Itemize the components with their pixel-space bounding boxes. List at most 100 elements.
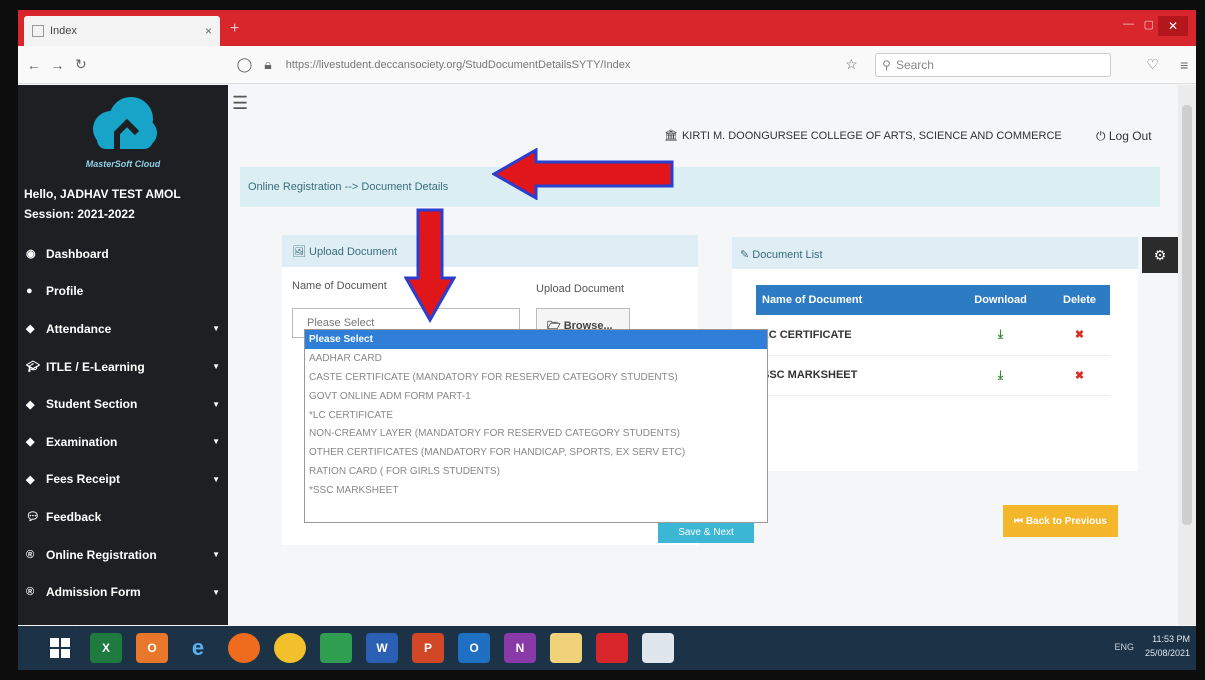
store-icon[interactable] bbox=[320, 633, 352, 663]
dropdown-option[interactable]: RATION CARD ( FOR GIRLS STUDENTS) bbox=[305, 462, 767, 481]
dropdown-option[interactable]: *SSC MARKSHEET bbox=[305, 481, 767, 500]
new-tab-button[interactable]: + bbox=[230, 20, 239, 38]
comments-icon: 💬︎ bbox=[26, 511, 40, 524]
tab-title: Index bbox=[50, 25, 77, 37]
dropdown-option[interactable]: OTHER CERTIFICATES (MANDATORY FOR HANDIC… bbox=[305, 443, 767, 462]
browser-tab-bar: Index × + — ▢ ✕ bbox=[18, 10, 1196, 46]
window-maximize-icon[interactable]: ▢ bbox=[1144, 18, 1154, 31]
sidebar-item-admission-form[interactable]: ® Admission Form ▼ bbox=[18, 573, 228, 611]
dropdown-option[interactable]: GOVT ONLINE ADM FORM PART-1 bbox=[305, 387, 767, 406]
upload-panel-title: Upload Document bbox=[309, 246, 398, 258]
forward-arrow-icon[interactable]: → bbox=[46, 57, 70, 73]
system-tray-language[interactable]: ENG bbox=[1114, 642, 1134, 652]
clock-date: 25/08/2021 bbox=[1144, 648, 1190, 658]
document-list-title: Document List bbox=[752, 249, 823, 261]
save-next-button[interactable]: Save & Next bbox=[658, 521, 754, 543]
tab-close-icon[interactable]: × bbox=[205, 24, 212, 38]
file-explorer-icon[interactable] bbox=[550, 633, 582, 663]
registered-icon: ® bbox=[26, 548, 35, 561]
caret-down-icon: ▼ bbox=[212, 550, 220, 560]
word-icon[interactable]: W bbox=[366, 633, 398, 663]
dashboard-icon: ◉ bbox=[26, 248, 36, 261]
dropdown-option[interactable]: Please Select bbox=[305, 330, 767, 349]
column-header-name: Name of Document bbox=[756, 285, 953, 315]
sidebar-item-label: Examination bbox=[46, 434, 118, 449]
browser-menu-icon[interactable]: ≡ bbox=[1172, 57, 1196, 73]
onenote-icon[interactable]: N bbox=[504, 633, 536, 663]
sidebar-item-examination[interactable]: ◆ Examination ▼ bbox=[18, 423, 228, 461]
table-row: LC CERTIFICATE ⤓ ✖ bbox=[756, 315, 1110, 356]
outlook-icon[interactable]: O bbox=[458, 633, 490, 663]
document-name-cell: SSC MARKSHEET bbox=[756, 355, 953, 396]
sidebar-item-attendance[interactable]: ◆ Attendance ▼ bbox=[18, 310, 228, 348]
college-name: 🏛︎ KIRTI M. DOONGURSEE COLLEGE OF ARTS, S… bbox=[664, 129, 1062, 142]
caret-down-icon: ▼ bbox=[212, 362, 220, 372]
sidebar-item-itle-e-learning[interactable]: 🎓︎ ITLE / E-Learning ▼ bbox=[18, 348, 228, 386]
sidebar-item-profile[interactable]: ● Profile bbox=[18, 273, 228, 311]
logout-button[interactable]: ⏻ Log Out bbox=[1096, 129, 1152, 144]
tag-icon: ◆ bbox=[26, 473, 35, 486]
column-header-download: Download bbox=[952, 285, 1050, 315]
download-icon[interactable]: ⤓ bbox=[998, 327, 1003, 341]
download-icon[interactable]: ⤓ bbox=[998, 368, 1003, 382]
column-header-delete: Delete bbox=[1049, 285, 1110, 315]
shield-icon[interactable]: ◯ bbox=[233, 56, 257, 73]
image-icon: 🖼︎ bbox=[292, 246, 306, 258]
search-input[interactable]: ⚲ Search bbox=[875, 52, 1111, 77]
settings-gear-button[interactable]: ⚙ bbox=[1142, 237, 1178, 273]
document-select-dropdown[interactable]: Please Select AADHAR CARD CASTE CERTIFICAT… bbox=[304, 329, 768, 523]
outlook-app-icon[interactable]: O bbox=[136, 633, 168, 663]
caret-down-icon: ▼ bbox=[212, 324, 220, 334]
pocket-icon[interactable]: ♡ bbox=[1141, 56, 1165, 73]
dropdown-option[interactable]: NON-CREAMY LAYER (MANDATORY FOR RESERVED… bbox=[305, 424, 767, 443]
dropdown-option[interactable]: *LC CERTIFICATE bbox=[305, 406, 767, 425]
sidebar-item-label: Admission Form bbox=[46, 585, 141, 600]
sidebar-item-label: Attendance bbox=[46, 321, 112, 336]
scrollbar-thumb[interactable] bbox=[1182, 105, 1192, 525]
caret-down-icon: ▼ bbox=[212, 474, 220, 484]
windows-start-icon[interactable] bbox=[44, 633, 76, 663]
document-list-header: ✎ Document List bbox=[732, 237, 1138, 269]
back-to-previous-button[interactable]: ⏮ Back to Previous bbox=[1003, 505, 1118, 537]
bookmark-star-icon[interactable]: ☆ bbox=[840, 56, 864, 73]
logo-area: MasterSoft Cloud bbox=[18, 85, 228, 197]
page-scrollbar[interactable] bbox=[1178, 85, 1196, 625]
taskbar-clock[interactable]: 11:53 PM 25/08/2021 bbox=[1145, 632, 1190, 660]
dropdown-option[interactable]: AADHAR CARD bbox=[305, 349, 767, 368]
sidebar-item-feedback[interactable]: 💬︎ Feedback bbox=[18, 498, 228, 536]
annotation-arrow-down-icon bbox=[404, 208, 456, 324]
acrobat-icon[interactable] bbox=[596, 633, 628, 663]
delete-icon[interactable]: ✖ bbox=[1075, 329, 1084, 341]
hamburger-menu-icon[interactable]: ☰ bbox=[232, 93, 248, 114]
sidebar-item-online-registration[interactable]: ® Online Registration ▼ bbox=[18, 536, 228, 574]
browser-tab[interactable]: Index × bbox=[24, 16, 220, 46]
sidebar-item-label: Profile bbox=[46, 284, 84, 299]
back-to-previous-label: Back to Previous bbox=[1025, 515, 1107, 527]
tag-icon: ◆ bbox=[26, 436, 35, 449]
sidebar-item-label: Online Registration bbox=[46, 547, 157, 562]
page-favicon-icon bbox=[32, 25, 44, 37]
sidebar-item-student-section[interactable]: ◆ Student Section ▼ bbox=[18, 385, 228, 423]
magnifier-icon[interactable] bbox=[642, 633, 674, 663]
address-bar[interactable]: https://livestudent.deccansociety.org/St… bbox=[286, 59, 816, 71]
logout-label: Log Out bbox=[1108, 129, 1152, 143]
powerpoint-icon[interactable]: P bbox=[412, 633, 444, 663]
sidebar-item-dashboard[interactable]: ◉ Dashboard bbox=[18, 235, 228, 273]
lock-icon[interactable]: 🔒︎ bbox=[256, 56, 280, 73]
window-minimize-icon[interactable]: — bbox=[1123, 18, 1134, 30]
reload-icon[interactable]: ↻ bbox=[69, 56, 93, 73]
document-table: Name of Document Download Delete LC CERT… bbox=[756, 285, 1110, 396]
internet-explorer-icon[interactable]: e bbox=[182, 633, 214, 663]
chrome-icon[interactable] bbox=[274, 633, 306, 663]
upload-panel-header: 🖼︎ Upload Document bbox=[282, 235, 698, 267]
dropdown-option[interactable]: CASTE CERTIFICATE (MANDATORY FOR RESERVE… bbox=[305, 368, 767, 387]
sidebar-item-fees-receipt[interactable]: ◆ Fees Receipt ▼ bbox=[18, 461, 228, 499]
window-close-button[interactable]: ✕ bbox=[1158, 16, 1188, 36]
delete-icon[interactable]: ✖ bbox=[1075, 370, 1084, 382]
back-arrow-icon[interactable]: ← bbox=[22, 57, 46, 73]
excel-icon[interactable]: X bbox=[90, 633, 122, 663]
user-icon: ● bbox=[26, 285, 33, 298]
firefox-icon[interactable] bbox=[228, 633, 260, 663]
session-label: Session: 2021-2022 bbox=[24, 207, 135, 221]
sidebar-item-label: Dashboard bbox=[46, 246, 109, 261]
